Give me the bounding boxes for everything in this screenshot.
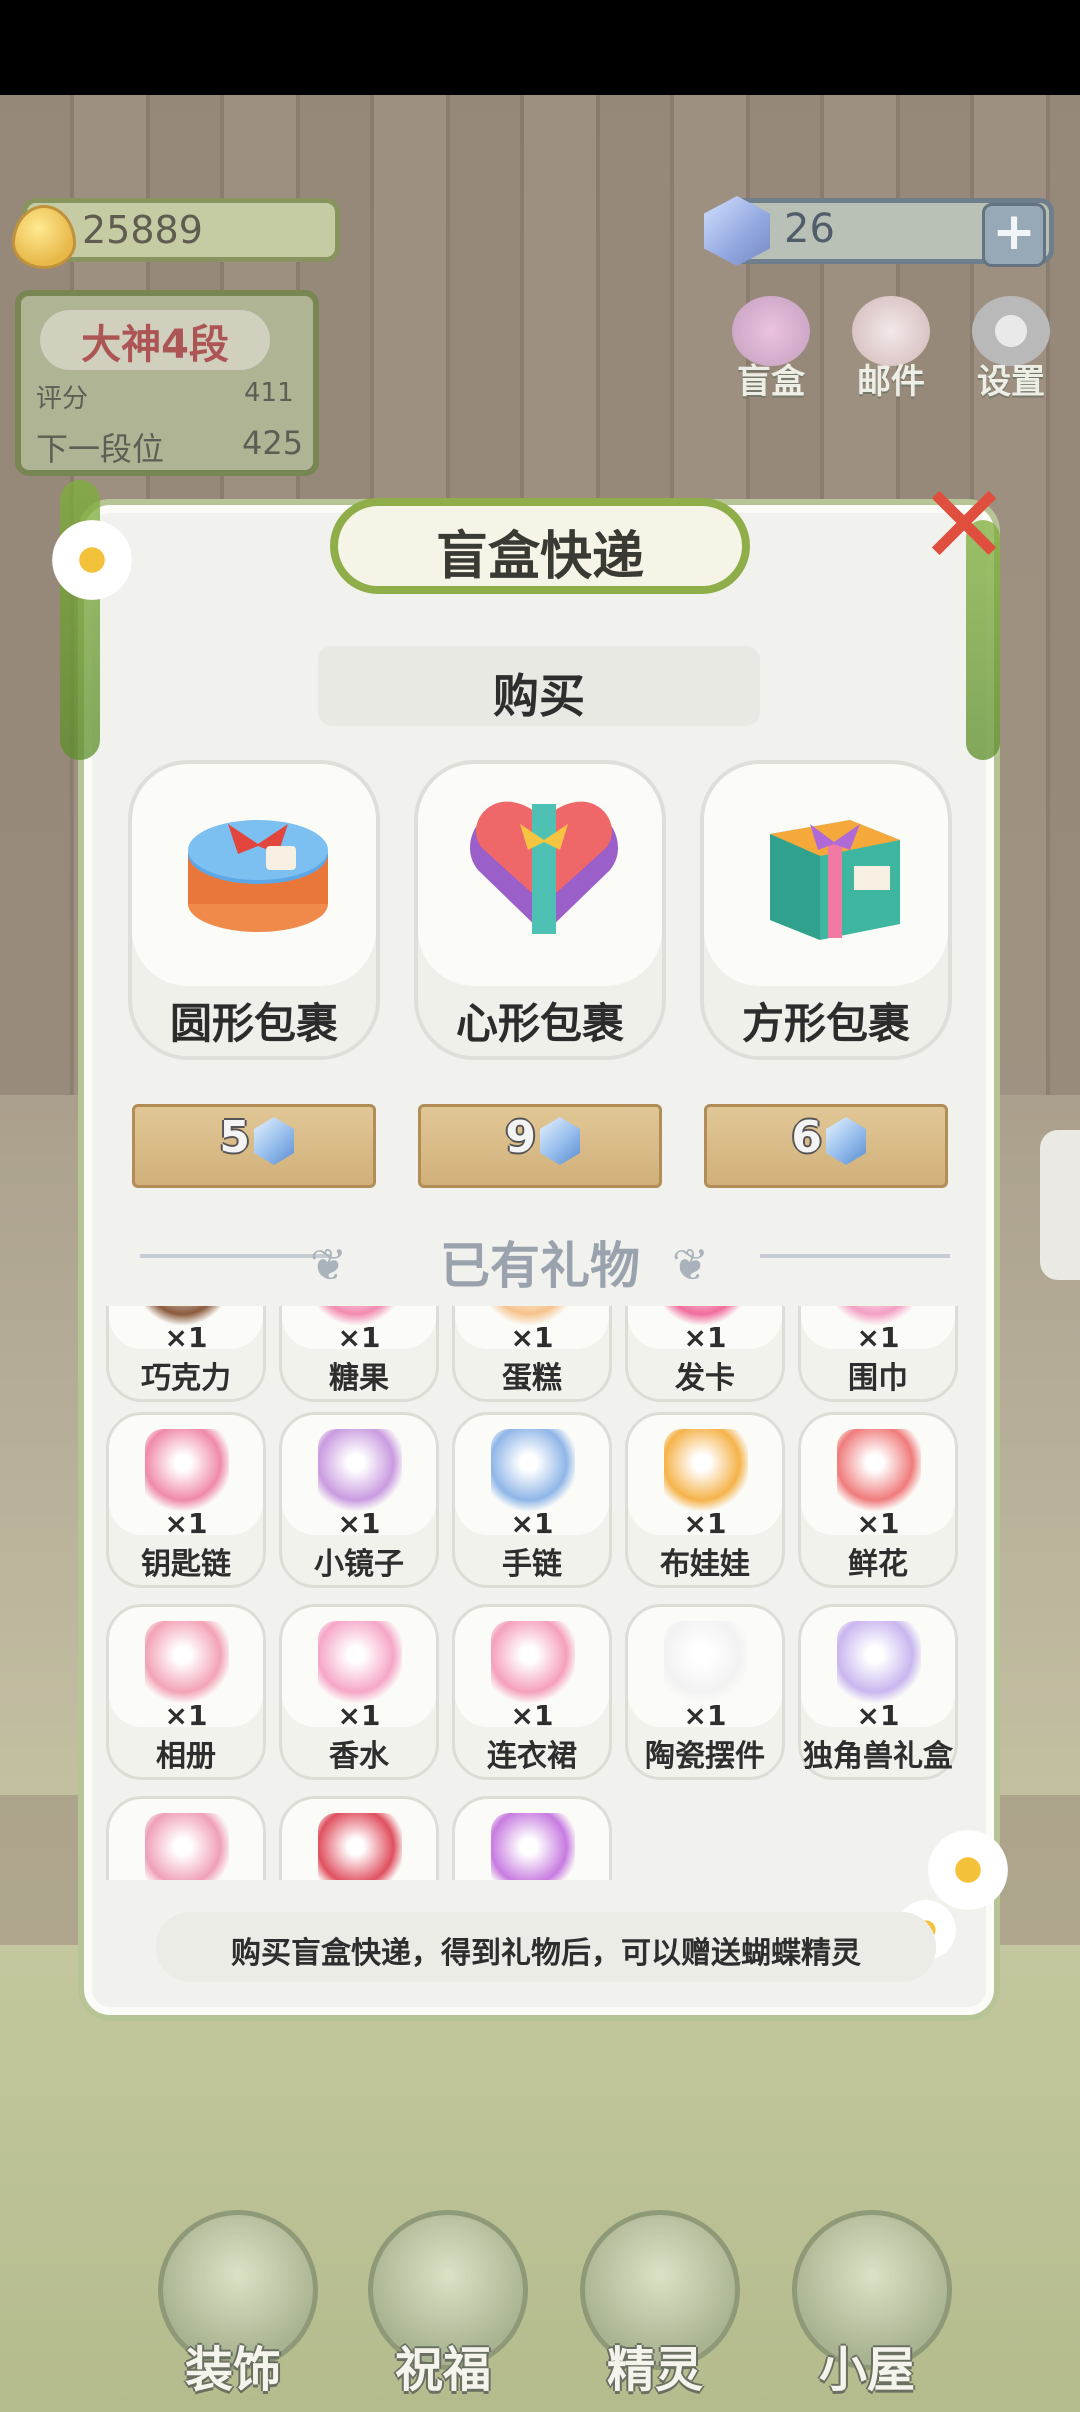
gift-card[interactable]: ×1 香水	[279, 1604, 439, 1780]
gift-card[interactable]: ×1 陶瓷摆件	[625, 1604, 785, 1780]
owned-gifts-title: 已有礼物	[440, 1237, 640, 1295]
gift-count: ×1	[683, 1507, 727, 1540]
gift-card[interactable]	[106, 1796, 266, 1880]
buy-section-title: 购买	[493, 669, 585, 723]
gift-name: 小镜子	[314, 1547, 404, 1582]
daisy-decoration	[52, 520, 132, 600]
divider	[760, 1254, 950, 1258]
gift-name: 香水	[329, 1739, 389, 1774]
gift-count: ×1	[856, 1321, 900, 1354]
gift-name: 手链	[502, 1547, 562, 1582]
gift-card[interactable]: ×1 鲜花	[798, 1412, 958, 1588]
gift-count: ×1	[856, 1699, 900, 1732]
gift-card[interactable]: ×1 连衣裙	[452, 1604, 612, 1780]
gift-icon	[837, 1621, 921, 1705]
gift-count: ×1	[683, 1321, 727, 1354]
gift-icon	[145, 1429, 229, 1513]
package-name: 圆形包裹	[169, 999, 338, 1048]
package-name: 方形包裹	[741, 999, 910, 1048]
divider	[140, 1254, 330, 1258]
tip-text: 购买盲盒快递，得到礼物后，可以赠送蝴蝶精灵	[231, 1936, 861, 1971]
gift-card[interactable]	[279, 1796, 439, 1880]
gift-count: ×1	[337, 1321, 381, 1354]
gift-card[interactable]: ×1 蛋糕	[452, 1306, 612, 1402]
round-package-icon	[188, 820, 328, 932]
gift-card[interactable]: ×1 小镜子	[279, 1412, 439, 1588]
close-icon[interactable]: ✕	[918, 470, 1010, 580]
gift-icon	[145, 1813, 229, 1880]
gift-card[interactable]: ×1 钥匙链	[106, 1412, 266, 1588]
gift-icon	[491, 1621, 575, 1705]
gift-name: 陶瓷摆件	[645, 1739, 765, 1774]
gift-name: 糖果	[329, 1361, 389, 1396]
gift-count: ×1	[510, 1699, 554, 1732]
status-bar	[0, 0, 1080, 95]
gift-card[interactable]: ×1 相册	[106, 1604, 266, 1780]
modal-title: 盲盒快递	[435, 527, 644, 587]
gift-count: ×1	[337, 1699, 381, 1732]
gift-icon	[318, 1813, 402, 1880]
gift-name: 连衣裙	[487, 1739, 577, 1774]
heart-package-icon	[469, 801, 619, 934]
gift-name: 蛋糕	[502, 1361, 562, 1396]
gift-icon	[491, 1429, 575, 1513]
price-value: 9	[505, 1112, 536, 1163]
package-card-square[interactable]: 方形包裹	[700, 760, 952, 1060]
gift-card[interactable]: ×1 糖果	[279, 1306, 439, 1402]
gift-name: 独角兽礼盒	[803, 1739, 953, 1774]
gift-count: ×1	[683, 1699, 727, 1732]
gift-count: ×1	[337, 1507, 381, 1540]
gift-count: ×1	[164, 1507, 208, 1540]
gift-name: 钥匙链	[141, 1547, 231, 1582]
package-card-heart[interactable]: 心形包裹	[414, 760, 666, 1060]
gift-icon	[664, 1621, 748, 1705]
gift-name: 布娃娃	[660, 1547, 750, 1582]
gift-icon	[491, 1813, 575, 1880]
owned-gifts-grid[interactable]: ×1 巧克力 ×1 糖果 ×1 蛋糕 ×1 发卡 ×1 围巾 ×1 钥匙链 ×1 小镜子 ×1 手链 ×1 布娃娃…	[106, 1306, 970, 1880]
gift-name: 鲜花	[848, 1547, 908, 1582]
package-name: 心形包裹	[455, 999, 624, 1048]
gift-card[interactable]: ×1 发卡	[625, 1306, 785, 1402]
gift-icon	[318, 1429, 402, 1513]
gift-card[interactable]	[452, 1796, 612, 1880]
gift-name: 围巾	[848, 1361, 908, 1396]
gift-count: ×1	[164, 1699, 208, 1732]
gift-card[interactable]: ×1 布娃娃	[625, 1412, 785, 1588]
gift-count: ×1	[164, 1321, 208, 1354]
gift-icon	[318, 1621, 402, 1705]
gift-count: ×1	[510, 1321, 554, 1354]
gift-card[interactable]: ×1 围巾	[798, 1306, 958, 1402]
gift-name: 巧克力	[141, 1361, 231, 1396]
square-package-icon	[770, 820, 900, 940]
gift-icon	[664, 1429, 748, 1513]
price-value: 6	[791, 1112, 822, 1163]
gift-count: ×1	[856, 1507, 900, 1540]
gift-icon	[145, 1621, 229, 1705]
gift-card[interactable]: ×1 独角兽礼盒	[798, 1604, 958, 1780]
gift-name: 发卡	[675, 1361, 735, 1396]
gift-count: ×1	[510, 1507, 554, 1540]
gift-name: 相册	[156, 1739, 216, 1774]
gift-card[interactable]: ×1 巧克力	[106, 1306, 266, 1402]
package-card-round[interactable]: 圆形包裹	[128, 760, 380, 1060]
gift-card[interactable]: ×1 手链	[452, 1412, 612, 1588]
price-value: 5	[219, 1112, 250, 1163]
gift-icon	[837, 1429, 921, 1513]
